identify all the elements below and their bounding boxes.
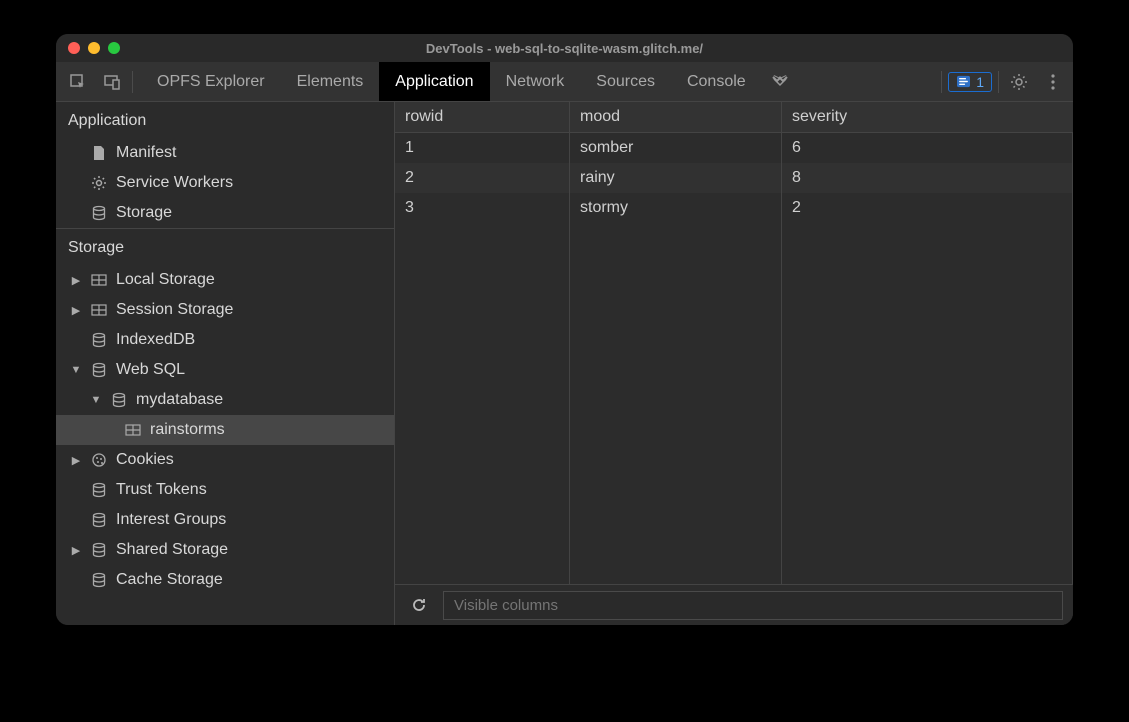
table-row[interactable]: 1 somber 6 bbox=[395, 133, 1073, 163]
cookie-icon bbox=[90, 451, 108, 469]
database-icon bbox=[90, 571, 108, 589]
sidebar-item-label: Local Storage bbox=[116, 271, 215, 289]
sidebar-item-label: Web SQL bbox=[116, 361, 185, 379]
sidebar-item-manifest[interactable]: ▶ Manifest bbox=[56, 138, 394, 168]
document-icon bbox=[90, 144, 108, 162]
tab-network[interactable]: Network bbox=[490, 62, 581, 101]
sidebar: Application ▶ Manifest ▶ Service Workers… bbox=[56, 102, 395, 625]
sidebar-item-local-storage[interactable]: ▶ Local Storage bbox=[56, 265, 394, 295]
sidebar-item-cookies[interactable]: ▶ Cookies bbox=[56, 445, 394, 475]
sidebar-item-label: Session Storage bbox=[116, 301, 233, 319]
table-content: rowid mood severity 1 somber 6 2 rainy 8 bbox=[395, 102, 1073, 625]
minimize-window-button[interactable] bbox=[88, 42, 100, 54]
inspect-element-icon[interactable] bbox=[64, 68, 92, 96]
sidebar-item-interest-groups[interactable]: ▶ Interest Groups bbox=[56, 505, 394, 535]
traffic-lights bbox=[56, 42, 120, 54]
cell: 2 bbox=[395, 163, 570, 193]
more-tabs-icon[interactable] bbox=[762, 74, 798, 90]
sidebar-item-storage[interactable]: ▶ Storage bbox=[56, 198, 394, 228]
sidebar-item-shared-storage[interactable]: ▶ Shared Storage bbox=[56, 535, 394, 565]
database-icon bbox=[90, 204, 108, 222]
sidebar-item-cache-storage[interactable]: ▶ Cache Storage bbox=[56, 565, 394, 595]
table-icon bbox=[90, 271, 108, 289]
sidebar-item-web-sql[interactable]: ▼ Web SQL bbox=[56, 355, 394, 385]
cell: 6 bbox=[782, 133, 1073, 163]
sidebar-item-indexeddb[interactable]: ▶ IndexedDB bbox=[56, 325, 394, 355]
chevron-right-icon: ▶ bbox=[70, 454, 82, 467]
sidebar-item-service-workers[interactable]: ▶ Service Workers bbox=[56, 168, 394, 198]
table-icon bbox=[90, 301, 108, 319]
sidebar-item-label: Service Workers bbox=[116, 174, 233, 192]
sidebar-item-label: mydatabase bbox=[136, 391, 223, 409]
bottom-toolbar bbox=[395, 585, 1073, 625]
sidebar-item-mydatabase[interactable]: ▼ mydatabase bbox=[56, 385, 394, 415]
window-title: DevTools - web-sql-to-sqlite-wasm.glitch… bbox=[56, 41, 1073, 56]
tab-sources[interactable]: Sources bbox=[580, 62, 671, 101]
cell: stormy bbox=[570, 193, 782, 223]
column-header-rowid[interactable]: rowid bbox=[395, 102, 570, 132]
cell: 3 bbox=[395, 193, 570, 223]
sidebar-item-label: Storage bbox=[116, 204, 172, 222]
sidebar-item-label: IndexedDB bbox=[116, 331, 195, 349]
sidebar-item-trust-tokens[interactable]: ▶ Trust Tokens bbox=[56, 475, 394, 505]
sidebar-item-label: Cache Storage bbox=[116, 571, 223, 589]
sidebar-item-rainstorms[interactable]: rainstorms bbox=[56, 415, 394, 445]
database-icon bbox=[90, 331, 108, 349]
maximize-window-button[interactable] bbox=[108, 42, 120, 54]
database-icon bbox=[90, 541, 108, 559]
tab-elements[interactable]: Elements bbox=[281, 62, 380, 101]
table-row[interactable]: 2 rainy 8 bbox=[395, 163, 1073, 193]
sidebar-item-label: Manifest bbox=[116, 144, 176, 162]
database-icon bbox=[90, 361, 108, 379]
cell: somber bbox=[570, 133, 782, 163]
chevron-down-icon: ▼ bbox=[70, 364, 82, 376]
cell: rainy bbox=[570, 163, 782, 193]
cell: 8 bbox=[782, 163, 1073, 193]
tab-opfs-explorer[interactable]: OPFS Explorer bbox=[141, 62, 281, 101]
database-icon bbox=[90, 481, 108, 499]
chevron-right-icon: ▶ bbox=[70, 274, 82, 287]
more-options-icon[interactable] bbox=[1039, 68, 1067, 96]
sidebar-item-label: Cookies bbox=[116, 451, 174, 469]
visible-columns-input[interactable] bbox=[443, 591, 1063, 620]
sidebar-item-label: Trust Tokens bbox=[116, 481, 207, 499]
chevron-right-icon: ▶ bbox=[70, 544, 82, 557]
chevron-right-icon: ▶ bbox=[70, 304, 82, 317]
toolbar: OPFS Explorer Elements Application Netwo… bbox=[56, 62, 1073, 102]
section-storage: Storage bbox=[56, 228, 394, 265]
cell: 1 bbox=[395, 133, 570, 163]
section-application: Application bbox=[56, 102, 394, 138]
settings-icon[interactable] bbox=[1005, 68, 1033, 96]
sidebar-item-session-storage[interactable]: ▶ Session Storage bbox=[56, 295, 394, 325]
devtools-window: DevTools - web-sql-to-sqlite-wasm.glitch… bbox=[56, 34, 1073, 625]
close-window-button[interactable] bbox=[68, 42, 80, 54]
issues-count: 1 bbox=[976, 74, 984, 90]
table-header: rowid mood severity bbox=[395, 102, 1073, 133]
issues-badge[interactable]: 1 bbox=[948, 72, 992, 92]
database-icon bbox=[110, 391, 128, 409]
table-row[interactable]: 3 stormy 2 bbox=[395, 193, 1073, 223]
tab-console[interactable]: Console bbox=[671, 62, 762, 101]
table-icon bbox=[124, 421, 142, 439]
sidebar-item-label: Shared Storage bbox=[116, 541, 228, 559]
sidebar-item-label: rainstorms bbox=[150, 421, 225, 439]
chevron-down-icon: ▼ bbox=[90, 394, 102, 406]
titlebar: DevTools - web-sql-to-sqlite-wasm.glitch… bbox=[56, 34, 1073, 62]
column-header-severity[interactable]: severity bbox=[782, 102, 1073, 132]
gear-icon bbox=[90, 174, 108, 192]
column-header-mood[interactable]: mood bbox=[570, 102, 782, 132]
sidebar-item-label: Interest Groups bbox=[116, 511, 226, 529]
database-icon bbox=[90, 511, 108, 529]
cell: 2 bbox=[782, 193, 1073, 223]
device-toolbar-icon[interactable] bbox=[98, 68, 126, 96]
tab-application[interactable]: Application bbox=[379, 62, 489, 101]
refresh-icon[interactable] bbox=[405, 591, 433, 619]
devtools-tabs: OPFS Explorer Elements Application Netwo… bbox=[141, 62, 762, 101]
